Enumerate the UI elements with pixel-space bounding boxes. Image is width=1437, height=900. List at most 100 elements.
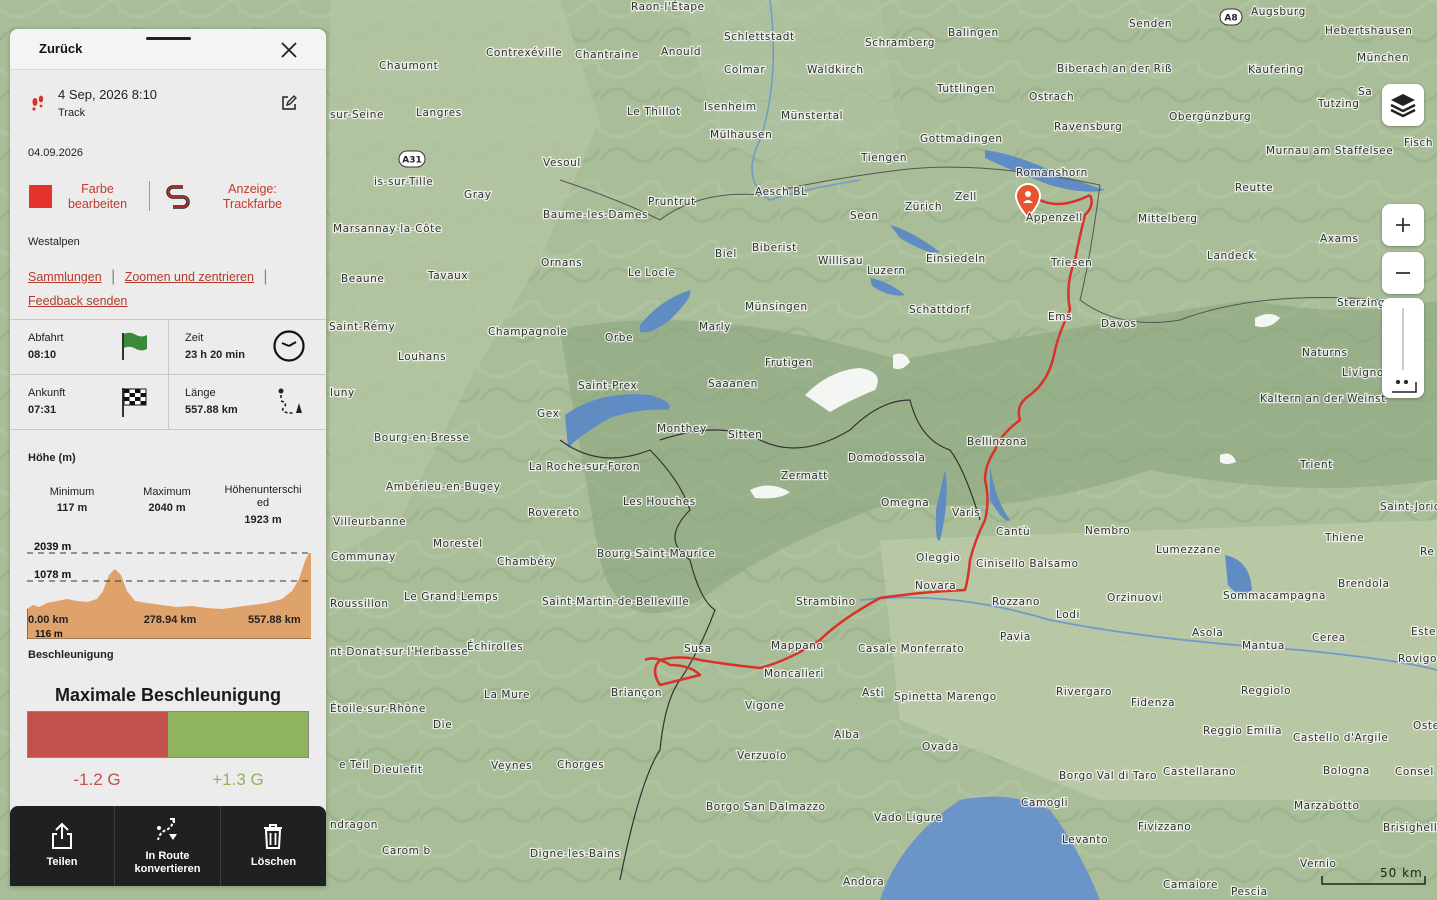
map-place-label: Beaune xyxy=(341,273,384,285)
map-place-label: Asola xyxy=(1192,627,1223,639)
map-place-label: Saint-Prex xyxy=(578,380,637,392)
map-place-label: Biberach an der Riß xyxy=(1057,63,1172,75)
map-place-label: Kaufering xyxy=(1248,64,1304,76)
map-place-label: Le Grand-Lemps xyxy=(404,591,498,603)
acceleration-section-title: Beschleunigung xyxy=(28,649,114,661)
map-place-label: Seon xyxy=(850,210,879,222)
map-place-label: Oste xyxy=(1413,720,1437,732)
map-place-label: Münsingen xyxy=(745,301,808,313)
map-place-label: Langres xyxy=(416,107,462,119)
map-place-label: Moncalieri xyxy=(764,668,824,680)
map-place-label: Novara xyxy=(915,580,956,592)
map-place-label: Briançon xyxy=(611,687,662,699)
map-place-label: Sommacampagna xyxy=(1223,590,1326,602)
map-place-label: Romanshorn xyxy=(1016,167,1088,179)
map-place-label: Borgo San Dalmazzo xyxy=(706,801,826,813)
map-place-label: Chorges xyxy=(557,759,604,771)
x-axis-end: 557.88 km xyxy=(248,614,301,626)
divider xyxy=(10,429,326,430)
map-place-label: Kaltern an der Weinst xyxy=(1260,393,1386,405)
map-place-label: Biberist xyxy=(752,242,797,254)
map-place-label: La Mure xyxy=(484,689,530,701)
close-icon[interactable] xyxy=(278,39,300,61)
map-place-label: Borgo Val di Taro xyxy=(1059,770,1157,782)
collections-link[interactable]: Sammlungen xyxy=(28,270,102,284)
convert-label-1: In Route xyxy=(145,850,190,862)
back-button[interactable]: Zurück xyxy=(39,41,82,56)
layers-button[interactable] xyxy=(1382,84,1424,126)
map-place-label: Fidenza xyxy=(1131,697,1175,709)
distance-icon xyxy=(278,388,302,414)
tilt-slider-track xyxy=(1402,308,1404,370)
map-place-label: Lodi xyxy=(1056,609,1080,621)
map-place-label: Willisau xyxy=(818,255,863,267)
map-place-label: Spinetta Marengo xyxy=(894,691,997,703)
map-place-label: Le Thillot xyxy=(627,106,681,118)
map-place-label: Monthey xyxy=(657,423,707,435)
map-place-label: luny xyxy=(330,387,355,399)
map-place-label: Alba xyxy=(834,729,860,741)
map-place-label: Camogli xyxy=(1021,797,1068,809)
display-color-button[interactable]: Anzeige: Trackfarbe xyxy=(210,182,295,212)
zoom-center-link[interactable]: Zoomen und zentrieren xyxy=(125,270,254,284)
map-place-label: Oleggio xyxy=(916,552,961,564)
edit-color-button[interactable]: Farbe bearbeiten xyxy=(60,182,135,212)
map-place-label: Gottmadingen xyxy=(920,133,1003,145)
acceleration-bar xyxy=(27,711,309,758)
map-place-label: Bellinzona xyxy=(967,436,1027,448)
map-place-label: Triesen xyxy=(1050,257,1092,269)
max-value: 2040 m xyxy=(148,502,186,514)
map-place-label: Étoile-sur-Rhône xyxy=(330,702,426,715)
track-date: 04.09.2026 xyxy=(28,147,84,159)
map-place-label: Rivergaro xyxy=(1056,686,1112,698)
map-place-label: Tavaux xyxy=(427,270,468,282)
map-place-label: Obergünzburg xyxy=(1169,111,1251,123)
zoom-in-button[interactable] xyxy=(1382,204,1424,246)
share-button[interactable]: Teilen xyxy=(10,806,114,886)
map-place-label: La Roche-sur-Foron xyxy=(529,461,640,473)
map-place-label: Échirolles xyxy=(467,640,523,653)
convert-to-route-button[interactable]: In Route konvertieren xyxy=(115,806,220,886)
delete-button[interactable]: Löschen xyxy=(221,806,326,886)
map-place-label: Senden xyxy=(1129,18,1172,30)
arrival-label: Ankunft xyxy=(28,387,66,399)
edit-color-line2: bearbeiten xyxy=(67,197,128,211)
minus-icon xyxy=(1396,272,1410,274)
layers-icon xyxy=(1390,94,1416,118)
map-place-label: Tiengen xyxy=(860,152,907,164)
map-place-label: Ostrach xyxy=(1029,91,1074,103)
map-place-label: Contrexéville xyxy=(486,47,562,59)
drag-handle[interactable] xyxy=(146,37,191,40)
map-place-label: Bourg-en-Bresse xyxy=(374,432,470,444)
map-place-label: Schlettstadt xyxy=(724,31,795,43)
map-place-label: Varis xyxy=(952,507,981,519)
scale-label: 50 km xyxy=(1380,866,1423,880)
map-place-label: Les Houches xyxy=(623,496,696,508)
map-place-label: Einsiedeln xyxy=(926,253,986,265)
map-place-label: Saaanen xyxy=(708,378,758,390)
map-place-label: Brisighell xyxy=(1383,822,1437,834)
route-style-icon[interactable] xyxy=(165,182,193,212)
map-place-label: Roussillon xyxy=(330,598,389,610)
acceleration-positive-bar xyxy=(168,712,308,757)
max-label: Maximum xyxy=(143,486,191,498)
map-place-label: Louhans xyxy=(398,351,446,363)
map-place-label: Frutigen xyxy=(765,357,813,369)
map-place-label: Anould xyxy=(661,46,701,58)
color-swatch[interactable] xyxy=(29,185,52,208)
map-place-label: Verzuolo xyxy=(737,750,787,762)
map-place-label: Strambino xyxy=(796,596,856,608)
elevation-title: Höhe (m) xyxy=(28,452,76,464)
map-place-label: Cinisello Balsamo xyxy=(976,558,1079,570)
map-place-label: Pavia xyxy=(1000,631,1031,643)
map-place-label: Baume-les-Dames xyxy=(543,209,648,221)
checkered-flag-icon xyxy=(122,388,147,417)
map-place-label: Ambérieu-en-Bugey xyxy=(386,481,501,493)
edit-icon[interactable] xyxy=(280,94,298,112)
feedback-link[interactable]: Feedback senden xyxy=(28,294,127,308)
zoom-out-button[interactable] xyxy=(1382,252,1424,294)
map-place-label: e Teil xyxy=(339,759,369,771)
max-elevation: Maximum 2040 m xyxy=(127,484,207,516)
tilt-control[interactable] xyxy=(1382,298,1424,398)
edit-color-line1: Farbe xyxy=(81,182,114,196)
